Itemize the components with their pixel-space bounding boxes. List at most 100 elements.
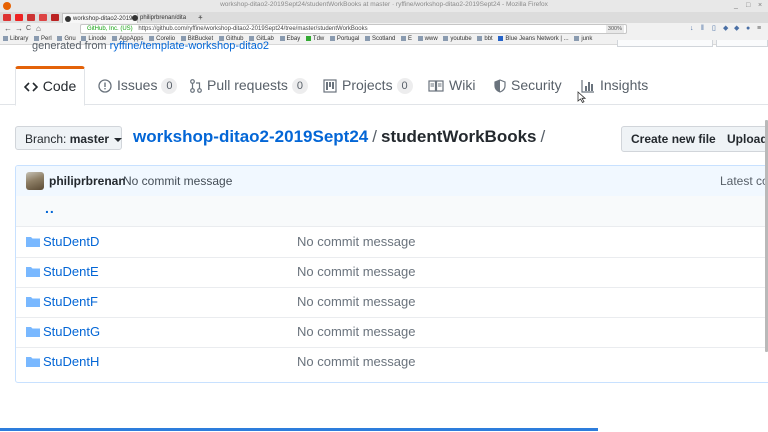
bookmark-item[interactable]: Scotland — [364, 34, 395, 44]
pinned-tab-icon[interactable] — [15, 14, 23, 21]
close-window-button[interactable]: × — [758, 2, 762, 10]
project-icon — [323, 79, 337, 93]
forward-button[interactable]: → — [15, 23, 23, 34]
sidebar-icon[interactable]: ▯ — [712, 25, 716, 33]
folder-link[interactable]: StuDentG — [43, 324, 100, 339]
issues-counter: 0 — [161, 78, 178, 95]
folder-icon — [417, 35, 423, 41]
folder-icon — [574, 35, 580, 41]
breadcrumb-repo-link[interactable]: workshop-ditao2-2019Sept24 — [133, 127, 368, 146]
folder-icon — [26, 237, 40, 247]
commit-message[interactable]: No commit message — [297, 264, 415, 279]
commit-message[interactable]: No commit message — [123, 174, 232, 188]
tab-security[interactable]: Security — [494, 66, 562, 104]
bookmark-item[interactable]: junk — [574, 34, 592, 44]
window-title: workshop-ditao2-2019Sept24/studentWorkBo… — [220, 1, 548, 8]
page-load-bar — [0, 428, 598, 431]
file-list: philiprbrenan No commit message Latest c… — [15, 165, 768, 383]
download-icon[interactable]: ↓ — [690, 25, 694, 33]
library-icon[interactable]: ‖ — [701, 25, 704, 33]
back-button[interactable]: ← — [4, 23, 12, 34]
folder-icon — [26, 357, 40, 367]
commit-message[interactable]: No commit message — [297, 234, 415, 249]
parent-directory-link[interactable]: .. — [45, 200, 55, 216]
pull-requests-counter: 0 — [291, 78, 308, 95]
tab-pull-requests[interactable]: Pull requests 0 — [190, 66, 308, 104]
tab-code[interactable]: Code — [15, 66, 85, 106]
breadcrumb-current: studentWorkBooks — [380, 127, 537, 146]
folder-icon — [364, 35, 370, 41]
template-link[interactable]: ryffine/template-workshop-ditao2 — [110, 40, 269, 52]
url-bar[interactable]: GitHub, Inc. (US) https://github.com/ryf… — [80, 24, 627, 34]
bookmark-item[interactable]: Blue Jeans Network | ... — [498, 34, 569, 44]
table-row: StuDentG No commit message — [16, 317, 768, 348]
bookmark-icon — [305, 35, 311, 41]
home-button[interactable]: ⌂ — [36, 23, 41, 34]
book-icon — [428, 80, 444, 92]
mouse-cursor-icon — [577, 91, 586, 103]
tab-issues[interactable]: Issues 0 — [98, 66, 178, 104]
pinned-tab-icon[interactable] — [39, 14, 47, 21]
bookmark-item[interactable]: Portugal — [329, 34, 359, 44]
folder-icon — [26, 327, 40, 337]
tab-label: philiprbrenan/dita — [140, 15, 187, 21]
bookmark-item[interactable]: Tdw — [305, 34, 324, 44]
pinned-tab-icon[interactable] — [51, 14, 59, 21]
tab-philiprbrenan[interactable]: philiprbrenan/dita × — [130, 13, 204, 23]
folder-link[interactable]: StuDentD — [43, 234, 99, 249]
bookmark-item[interactable]: www — [417, 34, 438, 44]
table-row: StuDentD No commit message — [16, 227, 768, 258]
avatar[interactable] — [26, 172, 44, 190]
folder-link[interactable]: StuDentE — [43, 264, 99, 279]
folder-link[interactable]: StuDentH — [43, 354, 99, 369]
reload-button[interactable]: C — [26, 23, 31, 34]
projects-counter: 0 — [396, 78, 413, 95]
branch-name: master — [69, 132, 110, 146]
bookmark-item[interactable]: youtube — [443, 34, 472, 44]
table-row: StuDentF No commit message — [16, 287, 768, 318]
commit-message[interactable]: No commit message — [297, 354, 415, 369]
addon-icon[interactable]: ● — [746, 25, 750, 33]
folder-link[interactable]: StuDentF — [43, 294, 98, 309]
shield-icon — [494, 79, 506, 93]
pinned-tab-icon[interactable] — [27, 14, 35, 21]
url-text[interactable]: https://github.com/ryffine/workshop-dita… — [134, 26, 367, 32]
github-icon — [132, 15, 138, 21]
bookmark-item[interactable]: Ebay — [279, 34, 300, 44]
latest-commit-label: Latest co — [720, 174, 768, 188]
minimize-button[interactable]: _ — [734, 2, 738, 10]
create-new-file-button[interactable]: Create new file — [621, 126, 719, 152]
tab-insights[interactable]: Insights — [581, 66, 648, 104]
parent-directory-row[interactable]: .. — [16, 196, 768, 227]
zoom-level[interactable]: 300% — [605, 25, 624, 33]
new-tab-button[interactable]: + — [198, 12, 203, 23]
tab-projects[interactable]: Projects 0 — [323, 66, 413, 104]
latest-commit-bar: philiprbrenan No commit message Latest c… — [16, 166, 768, 197]
breadcrumb: workshop-ditao2-2019Sept24 /studentWorkBo… — [133, 127, 549, 147]
maximize-button[interactable]: □ — [746, 2, 750, 10]
branch-select-button[interactable]: Branch: master — [15, 126, 123, 150]
addon-icon[interactable]: ◆ — [734, 25, 739, 33]
upload-files-button[interactable]: Upload — [718, 126, 768, 152]
commit-message[interactable]: No commit message — [297, 324, 415, 339]
bookmark-item[interactable]: Library — [3, 34, 28, 44]
commit-message[interactable]: No commit message — [297, 294, 415, 309]
addon-icon[interactable]: ◆ — [723, 25, 728, 33]
folder-icon — [3, 35, 8, 41]
header-button-partial[interactable] — [716, 40, 768, 47]
bookmark-item[interactable]: E — [400, 34, 412, 44]
pinned-tab-icon[interactable] — [3, 14, 11, 21]
commit-author[interactable]: philiprbrenan — [49, 174, 126, 188]
header-button-partial[interactable] — [617, 40, 713, 47]
secure-identity-label[interactable]: GitHub, Inc. (US) — [81, 26, 133, 32]
folder-icon — [329, 35, 335, 41]
tab-wiki[interactable]: Wiki — [428, 66, 475, 104]
issue-icon — [98, 79, 112, 93]
github-icon — [65, 16, 71, 22]
caret-down-icon — [114, 137, 123, 142]
breadcrumb-separator: / — [540, 127, 546, 146]
folder-icon — [400, 35, 406, 41]
menu-icon[interactable]: ≡ — [757, 25, 761, 33]
bookmark-item[interactable]: bbt — [477, 34, 493, 44]
code-icon — [23, 82, 38, 92]
